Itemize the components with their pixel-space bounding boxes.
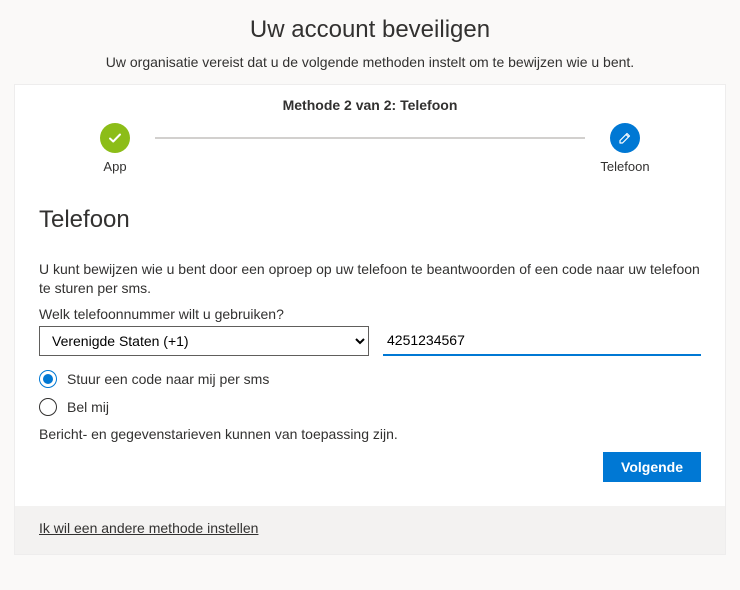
card-footer: Ik wil een andere methode instellen — [15, 506, 725, 554]
radio-icon — [39, 370, 57, 388]
page: Uw account beveiligen Uw organisatie ver… — [0, 0, 740, 590]
actions: Volgende — [39, 442, 701, 494]
section-title: Telefoon — [39, 206, 701, 234]
phone-row: Verenigde Staten (+1) — [39, 326, 701, 356]
step-phone: Telefoon — [585, 123, 665, 174]
country-code-select[interactable]: Verenigde Staten (+1) — [39, 326, 369, 356]
rates-note: Bericht- en gegevenstarieven kunnen van … — [39, 426, 701, 442]
step-connector — [155, 137, 585, 139]
next-button[interactable]: Volgende — [603, 452, 701, 482]
checkmark-icon — [100, 123, 130, 153]
option-sms[interactable]: Stuur een code naar mij per sms — [39, 370, 701, 388]
stepper: App Telefoon — [15, 117, 725, 188]
section-description: U kunt bewijzen wie u bent door een opro… — [39, 260, 701, 298]
step-label: Telefoon — [600, 159, 649, 174]
page-title: Uw account beveiligen — [20, 16, 720, 44]
page-subtitle: Uw organisatie vereist dat u de volgende… — [20, 54, 720, 70]
pencil-icon — [610, 123, 640, 153]
country-select-wrap: Verenigde Staten (+1) — [39, 326, 369, 356]
step-label: App — [103, 159, 126, 174]
header: Uw account beveiligen Uw organisatie ver… — [0, 0, 740, 84]
stepper-heading: Methode 2 van 2: Telefoon — [15, 85, 725, 117]
option-call[interactable]: Bel mij — [39, 398, 701, 416]
phone-field-label: Welk telefoonnummer wilt u gebruiken? — [39, 306, 701, 322]
option-sms-label: Stuur een code naar mij per sms — [67, 371, 269, 387]
form-content: Telefoon U kunt bewijzen wie u bent door… — [15, 188, 725, 506]
setup-card: Methode 2 van 2: Telefoon App Telefoon T… — [14, 84, 726, 555]
alt-method-link[interactable]: Ik wil een andere methode instellen — [39, 520, 258, 536]
phone-number-input[interactable] — [383, 326, 701, 356]
radio-icon — [39, 398, 57, 416]
option-call-label: Bel mij — [67, 399, 109, 415]
step-app: App — [75, 123, 155, 174]
